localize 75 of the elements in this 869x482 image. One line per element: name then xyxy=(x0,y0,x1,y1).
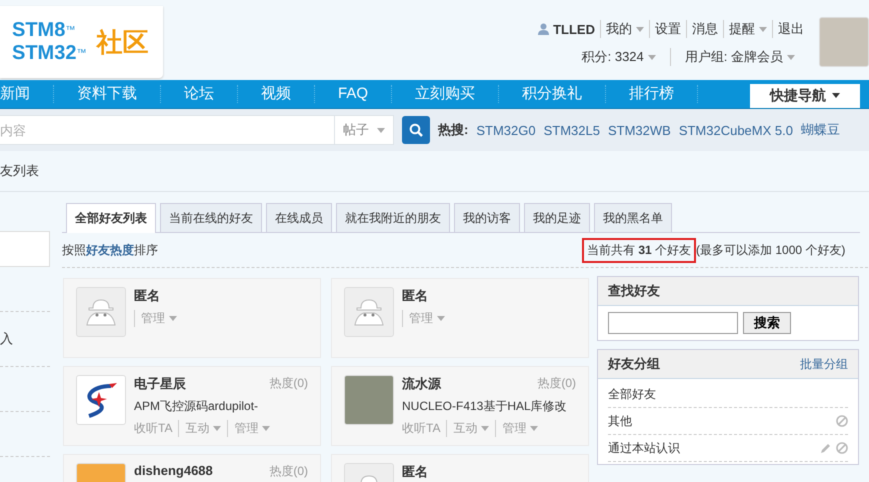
heat-score: 热度(0) xyxy=(269,375,308,392)
sort-text: 按照好友热度排序 xyxy=(62,242,159,258)
side-panel xyxy=(0,231,50,267)
anonymous-avatar xyxy=(344,287,394,337)
user-menu-link[interactable]: 消息 xyxy=(686,20,723,38)
friend-name[interactable]: 匿名 xyxy=(402,463,428,481)
heat-score: 热度(0) xyxy=(537,375,576,392)
tab[interactable]: 我的访客 xyxy=(454,203,520,232)
hot-search-link[interactable]: STM32CubeMX 5.0 xyxy=(678,122,793,138)
quick-nav-button[interactable]: 快捷导航 xyxy=(750,84,860,108)
pencil-icon[interactable] xyxy=(820,442,832,454)
friend-name[interactable]: 匿名 xyxy=(402,287,428,305)
friend-status: APM飞控源码ardupilot- xyxy=(134,398,260,415)
tab[interactable]: 当前在线的好友 xyxy=(160,203,262,232)
tab[interactable]: 我的黑名单 xyxy=(594,203,672,232)
logo-text: STM8™ xyxy=(12,19,76,42)
group-item[interactable]: 通过本站认识 xyxy=(608,440,680,456)
anonymous-avatar xyxy=(76,287,126,337)
tab[interactable]: 我的足迹 xyxy=(524,203,590,232)
caret-icon xyxy=(481,426,490,431)
friend-name[interactable]: disheng4688 xyxy=(134,463,213,480)
panel-title: 好友分组 xyxy=(608,355,660,373)
hot-search-link[interactable]: 蝴蝶豆 xyxy=(800,121,840,139)
caret-icon xyxy=(832,93,840,98)
logo-title: 社区 xyxy=(96,26,148,58)
hot-search-link[interactable]: STM32WB xyxy=(608,122,671,138)
user-stat-link[interactable]: 用户组: 金牌会员 xyxy=(670,48,809,66)
side-menu-item[interactable]: 入 xyxy=(0,331,13,346)
friend-count: 当前共有 31 个好友 xyxy=(582,238,696,262)
user-stat-link[interactable]: 积分: 3324 xyxy=(568,48,670,66)
block-icon[interactable] xyxy=(836,415,848,427)
heat-score: 热度(0) xyxy=(269,463,308,480)
caret-icon xyxy=(787,54,795,60)
group-item[interactable]: 全部好友 xyxy=(608,386,656,402)
caret-icon xyxy=(262,426,270,431)
caret-icon xyxy=(759,26,767,32)
friend-limit: (最多可以添加 1000 个好友) xyxy=(696,242,846,258)
panel-title: 查找好友 xyxy=(608,282,660,300)
hot-search-link[interactable]: STM32L5 xyxy=(544,122,600,138)
search-type-dropdown[interactable]: 帖子 xyxy=(334,115,394,145)
caret-icon xyxy=(213,426,222,431)
friend-status: NUCLEO-F413基于HAL库修改 xyxy=(402,398,568,415)
search-button[interactable] xyxy=(402,116,430,144)
block-icon[interactable] xyxy=(836,442,848,454)
caret-icon xyxy=(636,26,644,32)
user-menu-link[interactable]: 我的 xyxy=(600,20,649,38)
caret-icon xyxy=(530,426,538,431)
breadcrumb: 友列表 xyxy=(0,163,39,178)
search-button[interactable]: 搜索 xyxy=(743,312,791,334)
hot-search-link[interactable]: STM32G0 xyxy=(476,122,536,138)
hot-search-label: 热搜: xyxy=(438,121,468,139)
username-link[interactable]: TLLED xyxy=(533,22,600,36)
batch-group-link[interactable]: 批量分组 xyxy=(800,356,848,372)
caret-icon xyxy=(648,54,656,60)
tab[interactable]: 在线成员 xyxy=(266,203,332,232)
caret-icon xyxy=(169,316,177,321)
search-icon xyxy=(409,123,423,137)
user-icon xyxy=(538,23,550,35)
tab[interactable]: 就在我附近的朋友 xyxy=(336,203,450,232)
photo-placeholder xyxy=(344,375,394,425)
caret-icon xyxy=(437,316,445,321)
friend-name[interactable]: 电子星辰 xyxy=(134,375,186,393)
friend-name[interactable]: 流水源 xyxy=(402,375,441,393)
find-friend-field[interactable] xyxy=(608,312,738,334)
user-menu-link[interactable]: 设置 xyxy=(649,20,686,38)
logo-avatar xyxy=(76,375,126,425)
tab[interactable]: 全部好友列表 xyxy=(66,203,156,233)
group-item[interactable]: 其他 xyxy=(608,412,632,430)
user-menu-link[interactable]: 退出 xyxy=(772,20,809,38)
user-avatar[interactable] xyxy=(819,17,869,67)
logo-text: STM32™ xyxy=(12,42,86,65)
friend-name[interactable]: 匿名 xyxy=(134,287,160,305)
search-field[interactable]: 内容 xyxy=(0,115,334,145)
user-menu-link[interactable]: 提醒 xyxy=(723,20,772,38)
caret-icon xyxy=(377,128,385,132)
